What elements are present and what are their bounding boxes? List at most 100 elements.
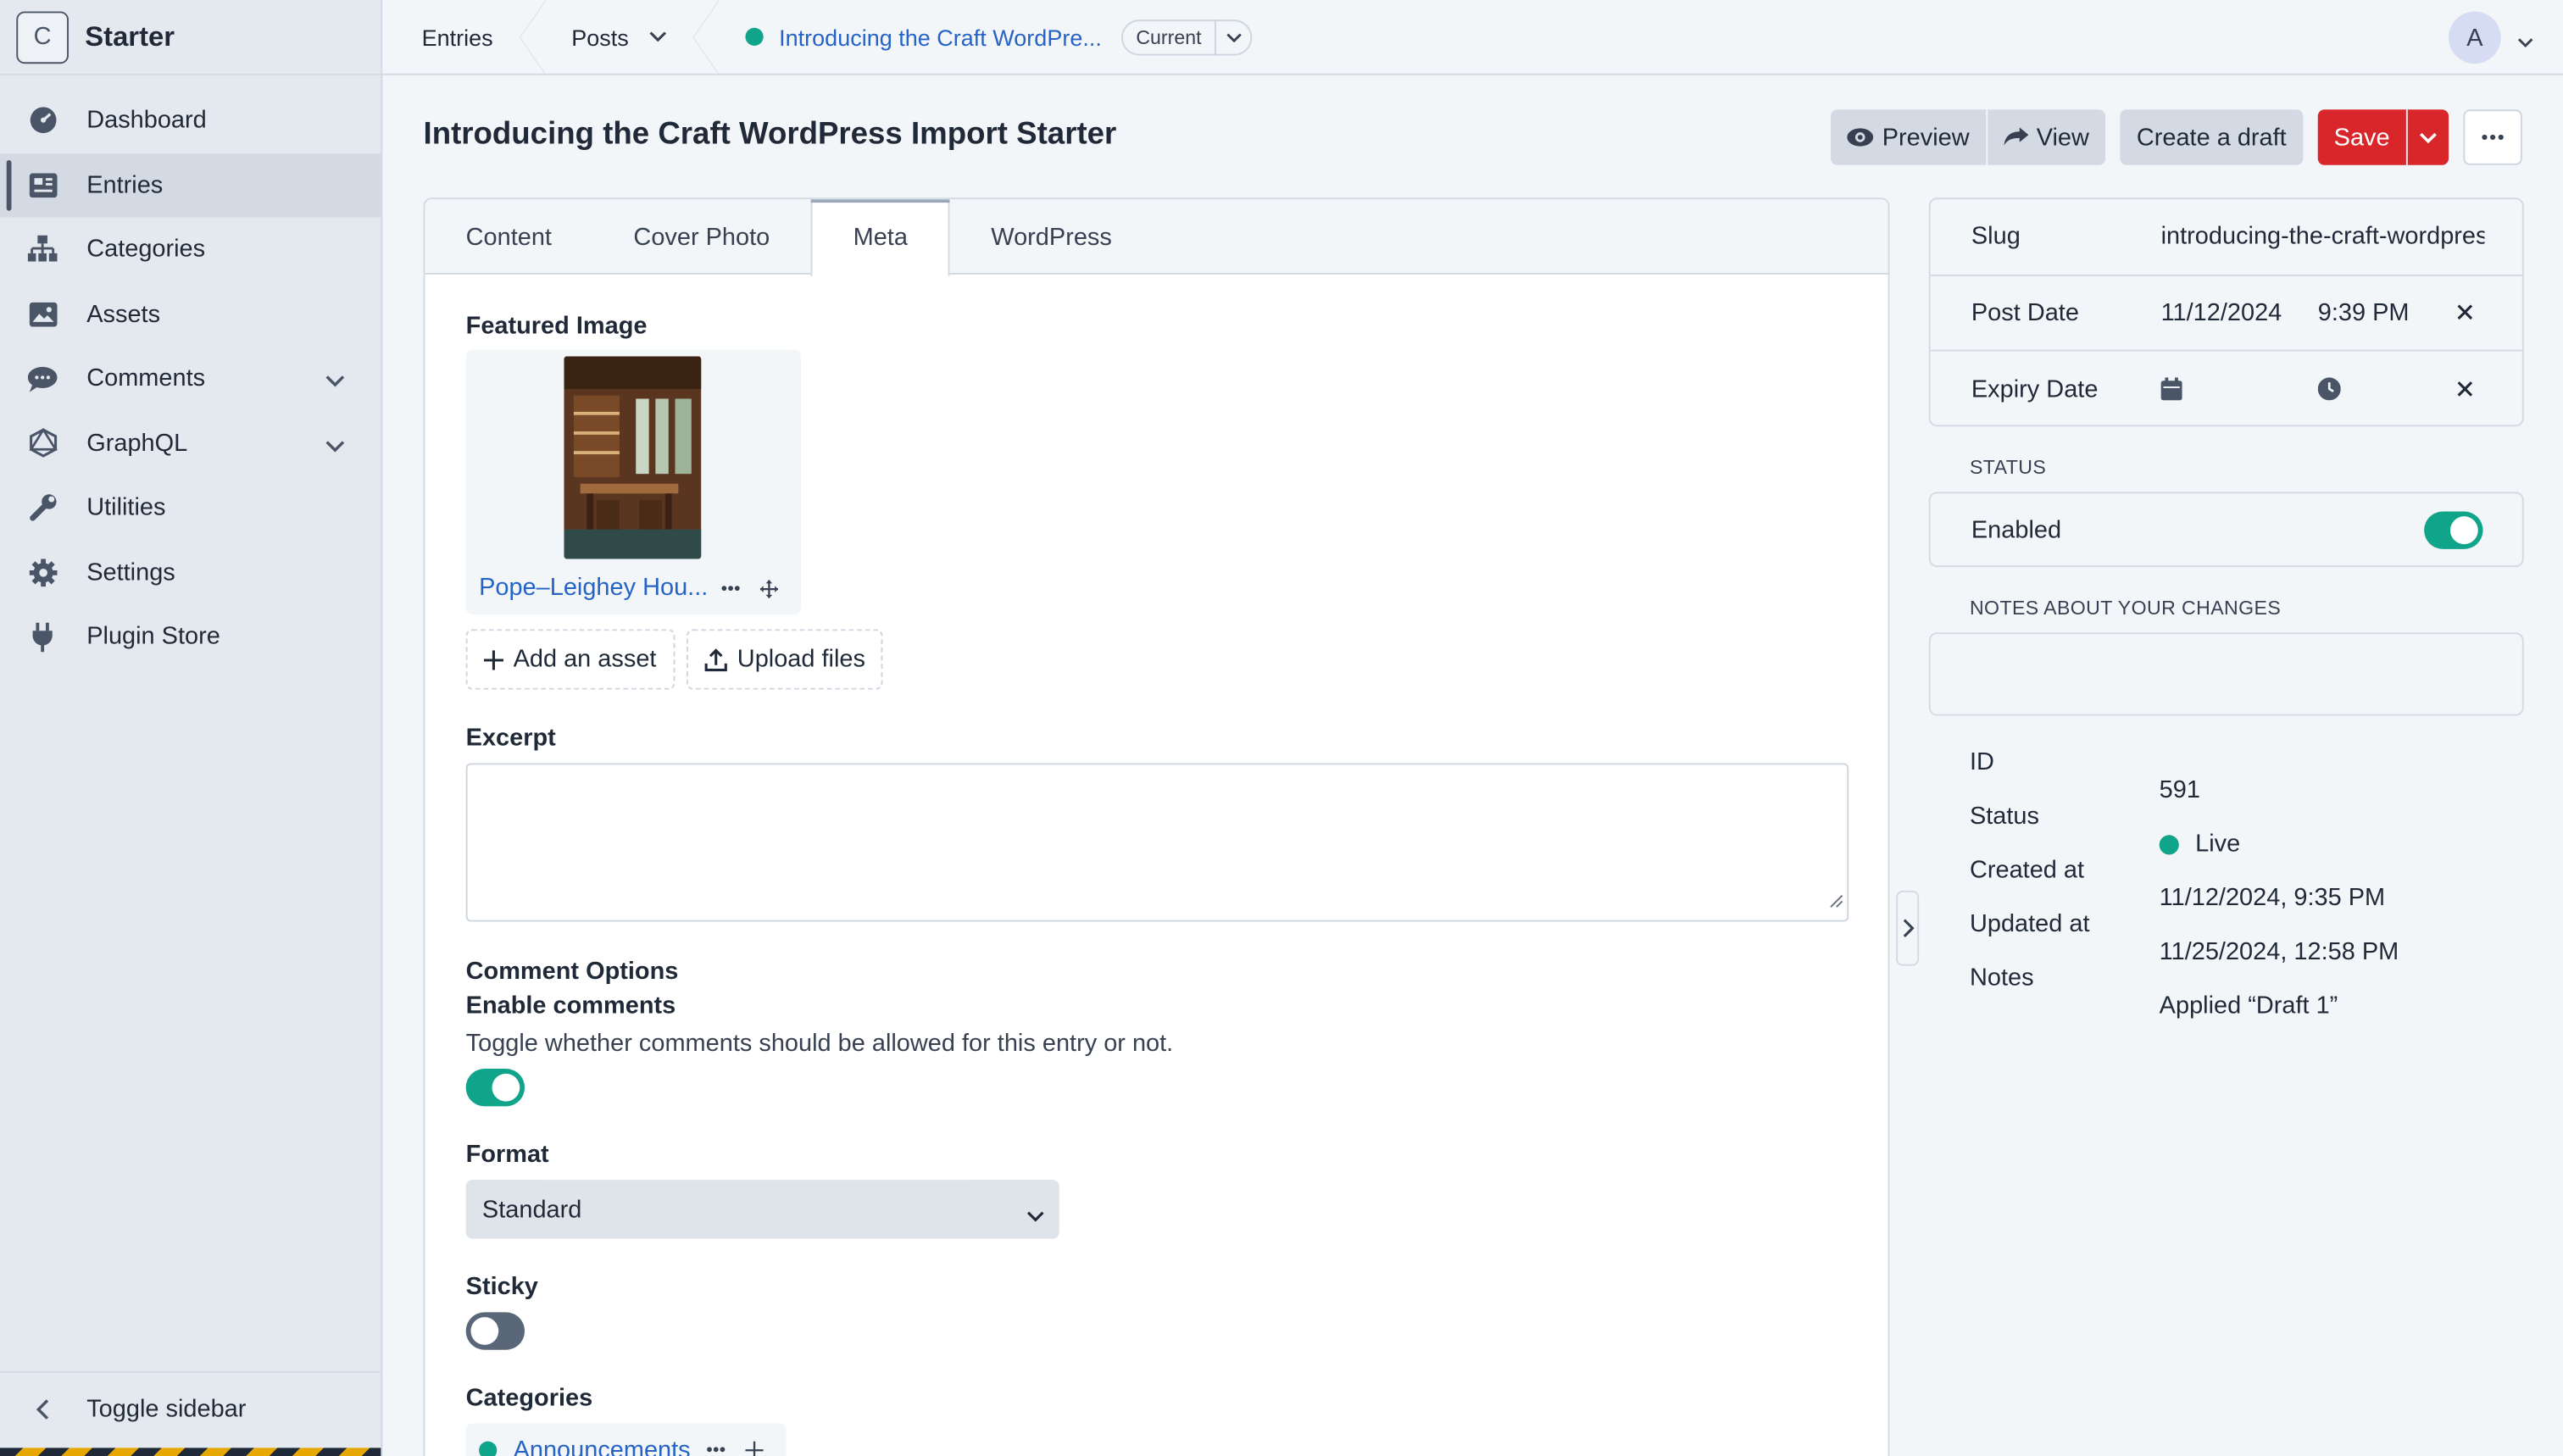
wrench-icon bbox=[28, 493, 58, 523]
sidebar-item-dashboard[interactable]: Dashboard bbox=[0, 88, 381, 153]
chevron-right-icon bbox=[1902, 919, 1914, 938]
revision-label: Current bbox=[1136, 25, 1202, 48]
chevron-down-icon[interactable] bbox=[325, 366, 345, 394]
add-asset-button[interactable]: Add an asset bbox=[465, 629, 675, 690]
create-draft-button[interactable]: Create a draft bbox=[2120, 109, 2304, 165]
chevron-down-icon[interactable] bbox=[325, 431, 345, 458]
category-status-dot bbox=[479, 1440, 498, 1456]
sidebar-item-categories[interactable]: Categories bbox=[0, 217, 381, 281]
breadcrumb-entries[interactable]: Entries bbox=[382, 0, 545, 75]
toggle-knob bbox=[492, 1073, 520, 1102]
sticky-toggle[interactable] bbox=[465, 1312, 525, 1350]
tab-meta[interactable]: Meta bbox=[810, 199, 951, 276]
entries-icon bbox=[28, 170, 58, 200]
post-date-input[interactable]: 11/12/2024 bbox=[2161, 298, 2309, 326]
assets-icon bbox=[28, 299, 58, 329]
notes-textarea[interactable] bbox=[1928, 632, 2524, 716]
sidebar-item-label: Dashboard bbox=[86, 106, 207, 135]
details-collapse-button[interactable] bbox=[1896, 890, 1920, 966]
move-icon[interactable] bbox=[759, 572, 779, 605]
sidebar-item-label: Entries bbox=[86, 170, 164, 199]
notes-value: Applied “Draft 1” bbox=[2159, 992, 2338, 1020]
resize-handle-icon[interactable] bbox=[1826, 887, 1843, 917]
close-icon[interactable] bbox=[2457, 381, 2473, 397]
slug-row: Slug introducing-the-craft-wordpress-imp… bbox=[1930, 199, 2522, 275]
updated-label: Updated at bbox=[1969, 910, 2090, 938]
upload-files-button[interactable]: Upload files bbox=[687, 629, 884, 690]
live-status-dot bbox=[2159, 834, 2179, 854]
tab-cover-photo[interactable]: Cover Photo bbox=[592, 199, 810, 275]
id-label: ID bbox=[1969, 748, 1994, 776]
breadcrumb-posts[interactable]: Posts bbox=[532, 0, 719, 75]
ellipsis-icon[interactable] bbox=[721, 572, 741, 605]
preview-button[interactable]: Preview bbox=[1831, 109, 1986, 165]
asset-thumbnail[interactable] bbox=[564, 356, 702, 559]
save-menu-button[interactable] bbox=[2407, 109, 2449, 165]
ellipsis-icon[interactable] bbox=[707, 1446, 726, 1453]
slug-input[interactable]: introducing-the-craft-wordpress-import-s… bbox=[2161, 223, 2485, 251]
updated-value: 11/25/2024, 12:58 PM bbox=[2159, 937, 2399, 966]
dashboard-icon bbox=[28, 106, 58, 136]
sidebar-item-comments[interactable]: Comments bbox=[0, 347, 381, 411]
sidebar-item-label: Assets bbox=[86, 300, 161, 329]
asset-title-link[interactable]: Pope–Leighey Hou... bbox=[479, 574, 708, 602]
category-chip[interactable]: Announcements bbox=[465, 1423, 787, 1456]
enabled-toggle[interactable] bbox=[2424, 511, 2483, 549]
toggle-sidebar-label: Toggle sidebar bbox=[86, 1395, 247, 1424]
chevron-down-icon[interactable] bbox=[2517, 26, 2533, 56]
created-row: Created at 11/12/2024, 9:35 PM bbox=[1969, 856, 2385, 912]
entry-actions: Preview View Create a draft Save bbox=[1831, 109, 2522, 165]
sidebar-item-graphql[interactable]: GraphQL bbox=[0, 411, 381, 475]
sidebar-item-settings[interactable]: Settings bbox=[0, 540, 381, 604]
add-asset-label: Add an asset bbox=[513, 645, 657, 674]
save-button[interactable]: Save bbox=[2317, 109, 2406, 165]
calendar-icon[interactable] bbox=[2160, 377, 2182, 401]
clock-icon[interactable] bbox=[2317, 377, 2341, 401]
move-icon[interactable] bbox=[746, 1440, 764, 1456]
content-pane: Content Cover Photo Meta WordPress Featu… bbox=[423, 197, 1890, 1456]
comment-options-label: Comment Options bbox=[465, 957, 679, 986]
view-label: View bbox=[2036, 123, 2089, 152]
field-layout-tabs: Content Cover Photo Meta WordPress bbox=[425, 199, 1888, 276]
tab-content[interactable]: Content bbox=[425, 199, 592, 275]
user-avatar[interactable]: A bbox=[2449, 11, 2501, 64]
close-icon[interactable] bbox=[2457, 304, 2473, 320]
enable-comments-toggle[interactable] bbox=[465, 1069, 525, 1107]
revision-menu[interactable]: Current bbox=[1120, 19, 1253, 55]
breadcrumb-posts-label: Posts bbox=[571, 23, 629, 50]
created-label: Created at bbox=[1969, 856, 2085, 885]
category-name-link[interactable]: Announcements bbox=[514, 1436, 691, 1456]
plus-icon bbox=[483, 649, 504, 670]
asset-tools bbox=[721, 572, 779, 605]
toggle-sidebar-button[interactable]: Toggle sidebar bbox=[0, 1370, 381, 1447]
chevron-down-icon[interactable] bbox=[1214, 19, 1250, 55]
breadcrumb-entry-label: Introducing the Craft WordPre... bbox=[779, 23, 1102, 50]
created-value: 11/12/2024, 9:35 PM bbox=[2159, 884, 2386, 912]
breadcrumb-entry[interactable]: Introducing the Craft WordPre... Current bbox=[705, 0, 1291, 75]
more-actions-button[interactable] bbox=[2463, 109, 2522, 165]
notes-label: Notes bbox=[1969, 964, 2034, 992]
excerpt-textarea[interactable] bbox=[465, 763, 1849, 922]
sidebar-item-plugin-store[interactable]: Plugin Store bbox=[0, 604, 381, 669]
excerpt-label: Excerpt bbox=[465, 724, 556, 752]
sidebar-item-utilities[interactable]: Utilities bbox=[0, 475, 381, 540]
plug-icon bbox=[28, 622, 58, 652]
notes-row: Notes Applied “Draft 1” bbox=[1969, 964, 2338, 1020]
asset-card[interactable]: Pope–Leighey Hou... bbox=[465, 349, 802, 615]
sidebar-item-label: GraphQL bbox=[86, 429, 188, 458]
share-icon bbox=[2004, 127, 2029, 147]
upload-icon bbox=[704, 647, 727, 671]
view-button[interactable]: View bbox=[1987, 109, 2106, 165]
top-bar: Entries Posts Introducing the Craft Word… bbox=[382, 0, 2563, 75]
save-group: Save bbox=[2317, 109, 2449, 165]
toggle-knob bbox=[2449, 516, 2478, 545]
chevron-left-icon bbox=[28, 1399, 58, 1420]
tab-wordpress[interactable]: WordPress bbox=[950, 199, 1153, 275]
format-select[interactable]: Standard bbox=[465, 1180, 1059, 1239]
sidebar-item-label: Plugin Store bbox=[86, 623, 220, 651]
sidebar-item-entries[interactable]: Entries bbox=[0, 153, 381, 218]
sidebar-item-assets[interactable]: Assets bbox=[0, 282, 381, 347]
post-time-input[interactable]: 9:39 PM bbox=[2318, 298, 2410, 326]
gear-icon bbox=[28, 558, 58, 587]
site-brand[interactable]: C Starter bbox=[0, 0, 381, 75]
